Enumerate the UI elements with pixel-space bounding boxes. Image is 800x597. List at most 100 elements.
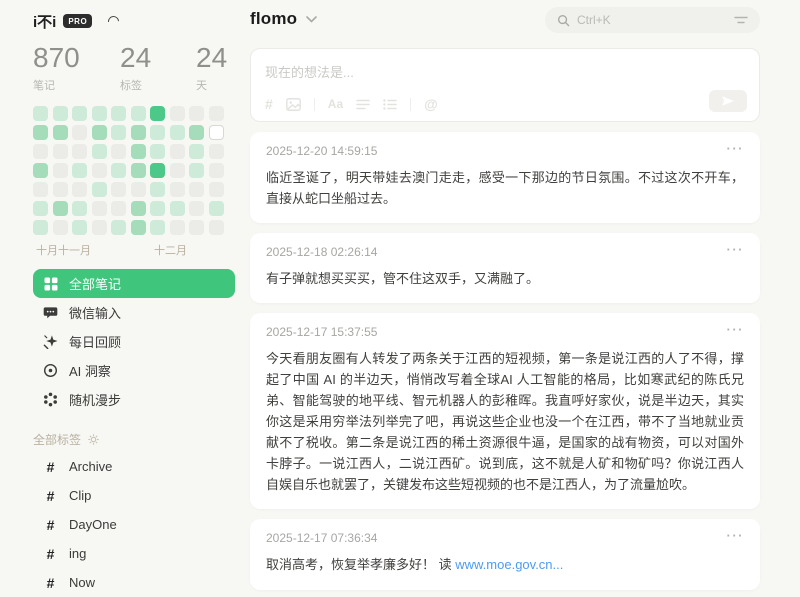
heatmap-cell[interactable]	[111, 125, 126, 140]
heatmap-cell[interactable]	[53, 220, 68, 235]
heatmap-cell[interactable]	[92, 220, 107, 235]
heatmap-cell[interactable]	[170, 182, 185, 197]
sidebar-tag-archive[interactable]: # Archive	[33, 452, 250, 481]
heatmap-cell[interactable]	[209, 182, 224, 197]
heatmap-cell[interactable]	[92, 182, 107, 197]
heatmap-cell[interactable]	[150, 106, 165, 121]
sidebar-item-wechat[interactable]: 微信输入	[33, 298, 235, 327]
text-style-icon[interactable]: Aa	[328, 97, 343, 111]
sidebar-item-insight[interactable]: AI 洞察	[33, 356, 235, 385]
logo-dropdown[interactable]: flomo	[250, 9, 317, 29]
heatmap-cell[interactable]	[111, 201, 126, 216]
heatmap-cell[interactable]	[189, 163, 204, 178]
heatmap-cell[interactable]	[72, 144, 87, 159]
sync-icon[interactable]	[106, 13, 121, 28]
heatmap-cell[interactable]	[189, 144, 204, 159]
heatmap-cell[interactable]	[170, 106, 185, 121]
heatmap-cell[interactable]	[33, 182, 48, 197]
heatmap-cell[interactable]	[150, 201, 165, 216]
heatmap-cell[interactable]	[111, 163, 126, 178]
heatmap-cell[interactable]	[170, 163, 185, 178]
heatmap-cell[interactable]	[150, 144, 165, 159]
heatmap-cell[interactable]	[33, 163, 48, 178]
sidebar-tag-clip[interactable]: # Clip	[33, 481, 250, 510]
heatmap-cell[interactable]	[92, 125, 107, 140]
user-row[interactable]: i不i PRO	[33, 12, 250, 30]
heatmap-cell[interactable]	[209, 163, 224, 178]
heatmap-cell[interactable]	[170, 125, 185, 140]
heatmap-cell[interactable]	[209, 201, 224, 216]
heatmap-cell[interactable]	[72, 106, 87, 121]
heatmap-cell[interactable]	[92, 163, 107, 178]
heatmap-cell[interactable]	[131, 182, 146, 197]
send-button[interactable]	[709, 90, 747, 112]
heatmap-cell[interactable]	[53, 125, 68, 140]
heatmap-cell[interactable]	[131, 106, 146, 121]
heatmap-cell[interactable]	[189, 182, 204, 197]
sidebar-tag-dayone[interactable]: # DayOne	[33, 510, 250, 539]
heatmap-cell[interactable]	[72, 201, 87, 216]
heatmap-cell[interactable]	[209, 144, 224, 159]
heatmap-cell[interactable]	[33, 144, 48, 159]
image-icon[interactable]	[286, 98, 301, 111]
heatmap-cell[interactable]	[209, 106, 224, 121]
heatmap-cell[interactable]	[111, 144, 126, 159]
heatmap-cell[interactable]	[72, 163, 87, 178]
note-editor[interactable]: 现在的想法是... #Aa@	[250, 48, 760, 122]
note-link[interactable]: www.moe.gov.cn...	[455, 557, 563, 572]
heatmap-cell[interactable]	[53, 106, 68, 121]
heatmap-cell[interactable]	[209, 125, 224, 140]
heatmap-cell[interactable]	[33, 125, 48, 140]
heatmap-cell[interactable]	[189, 201, 204, 216]
heatmap-cell[interactable]	[111, 106, 126, 121]
heatmap-cell[interactable]	[150, 182, 165, 197]
heatmap-cell[interactable]	[150, 125, 165, 140]
heatmap-cell[interactable]	[72, 182, 87, 197]
filter-icon[interactable]	[734, 15, 748, 25]
sidebar-tag-ing[interactable]: # ing	[33, 539, 250, 568]
sidebar-tag-now[interactable]: # Now	[33, 568, 250, 597]
heatmap-cell[interactable]	[189, 106, 204, 121]
heatmap-cell[interactable]	[92, 144, 107, 159]
heatmap-cell[interactable]	[170, 220, 185, 235]
align-list-icon[interactable]	[356, 99, 370, 110]
month-label-dec: 十二月	[154, 242, 187, 258]
sidebar-item-walk[interactable]: 随机漫步	[33, 385, 235, 414]
sidebar-item-grid[interactable]: 全部笔记	[33, 269, 235, 298]
note-menu-button[interactable]: ···	[727, 242, 745, 257]
heatmap-cell[interactable]	[53, 182, 68, 197]
heatmap-cell[interactable]	[92, 106, 107, 121]
search-input[interactable]: Ctrl+K	[545, 7, 760, 33]
mention-icon[interactable]: @	[424, 96, 438, 112]
bullet-list-icon[interactable]	[383, 99, 397, 110]
note-menu-button[interactable]: ···	[727, 141, 745, 156]
tags-settings-icon[interactable]	[88, 434, 99, 445]
heatmap-cell[interactable]	[111, 220, 126, 235]
heatmap-cell[interactable]	[111, 182, 126, 197]
heatmap-cell[interactable]	[131, 163, 146, 178]
heatmap-cell[interactable]	[131, 201, 146, 216]
note-menu-button[interactable]: ···	[727, 528, 745, 543]
heatmap-cell[interactable]	[131, 144, 146, 159]
heatmap-cell[interactable]	[189, 220, 204, 235]
heatmap-cell[interactable]	[150, 220, 165, 235]
heatmap-cell[interactable]	[72, 220, 87, 235]
heatmap-cell[interactable]	[189, 125, 204, 140]
heatmap-cell[interactable]	[53, 201, 68, 216]
heatmap-cell[interactable]	[33, 220, 48, 235]
heatmap-cell[interactable]	[53, 163, 68, 178]
heatmap-cell[interactable]	[92, 201, 107, 216]
heatmap-cell[interactable]	[72, 125, 87, 140]
hash-icon[interactable]: #	[265, 96, 273, 112]
note-menu-button[interactable]: ···	[727, 322, 745, 337]
heatmap-cell[interactable]	[150, 163, 165, 178]
sidebar-item-sparkle[interactable]: 每日回顾	[33, 327, 235, 356]
heatmap-cell[interactable]	[209, 220, 224, 235]
heatmap-cell[interactable]	[170, 144, 185, 159]
heatmap-cell[interactable]	[131, 125, 146, 140]
heatmap-cell[interactable]	[33, 201, 48, 216]
heatmap-cell[interactable]	[53, 144, 68, 159]
heatmap-cell[interactable]	[170, 201, 185, 216]
heatmap-cell[interactable]	[33, 106, 48, 121]
heatmap-cell[interactable]	[131, 220, 146, 235]
